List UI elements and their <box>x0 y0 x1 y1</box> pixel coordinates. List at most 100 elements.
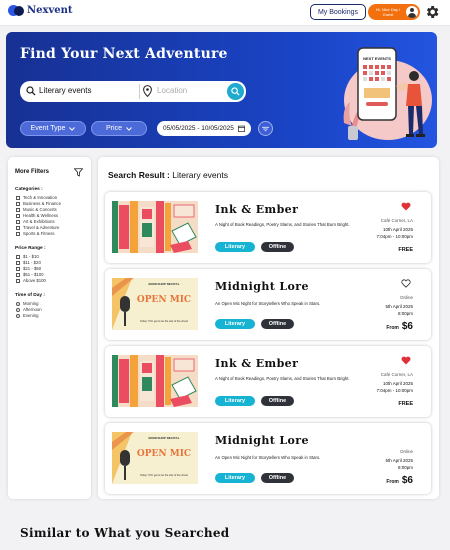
category-checkbox[interactable]: Tech & Innovation <box>16 195 57 200</box>
search-divider <box>139 84 140 99</box>
event-image <box>112 355 198 407</box>
event-card[interactable]: BOOKSHOP RECITAL OPEN MIC Today YOU get … <box>105 269 431 340</box>
checkbox[interactable] <box>16 195 20 200</box>
gear-icon[interactable] <box>424 4 440 20</box>
radio[interactable] <box>16 313 20 318</box>
search-icon <box>26 86 36 96</box>
category-checkbox[interactable]: Sports & Fitness <box>16 231 55 236</box>
event-price: From $6 <box>386 321 413 332</box>
price-checkbox[interactable]: $1 - $10 <box>16 254 39 259</box>
brand-logo[interactable]: Nexvent <box>8 4 73 16</box>
price-range-heading: Price Range : <box>15 246 46 251</box>
event-price: From $6 <box>386 475 413 486</box>
event-card[interactable]: BOOKSHOP RECITAL OPEN MIC Today YOU get … <box>105 423 431 494</box>
checkbox[interactable] <box>16 231 20 236</box>
checkbox[interactable] <box>16 272 20 277</box>
category-checkbox[interactable]: Music & Concerts <box>16 207 57 212</box>
category-checkbox[interactable]: Travel & Adventure <box>16 225 59 230</box>
checkbox[interactable] <box>16 207 20 212</box>
time-radio[interactable]: Morning <box>16 301 39 306</box>
time-radio[interactable]: Afternoon <box>16 307 42 312</box>
date-range-picker[interactable]: 05/05/2025 - 10/05/2025 <box>157 121 251 136</box>
poster-caption: Today YOU get to be the star of the show… <box>140 319 188 323</box>
price-checkbox[interactable]: Above $100 <box>16 278 46 283</box>
checkbox[interactable] <box>16 225 20 230</box>
event-time: 7:04pm - 10:00pm <box>376 388 413 393</box>
mode-tag: Offline <box>261 319 294 329</box>
top-navbar: Nexvent My Bookings Hi, Nice Day ! Guest <box>0 0 450 26</box>
event-time: 7:04pm - 10:00pm <box>376 234 413 239</box>
results-heading: Search Result : Literary events <box>108 170 228 180</box>
category-checkbox[interactable]: Art & Exhibitions <box>16 219 55 224</box>
hero-banner: Find Your Next Adventure Literary events… <box>6 32 437 148</box>
user-greeting: Hi, Nice Day ! Guest <box>375 7 401 17</box>
poster-title: OPEN MIC <box>137 295 191 305</box>
price-label: Price <box>106 125 122 132</box>
chevron-down-icon <box>126 126 132 131</box>
checkbox[interactable] <box>16 201 20 206</box>
mode-tag: Offline <box>261 473 294 483</box>
mode-tag: Offline <box>261 242 294 252</box>
event-price: FREE <box>398 401 413 407</box>
heart-icon[interactable] <box>401 279 411 288</box>
event-title[interactable]: Midnight Lore <box>215 434 309 447</box>
event-title[interactable]: Ink & Ember <box>215 357 298 370</box>
checkbox[interactable] <box>16 213 20 218</box>
heart-icon[interactable] <box>401 356 411 365</box>
illustration-sign: NEXT EVENTS <box>363 56 391 61</box>
category-tag: Literary <box>215 319 255 329</box>
category-tag: Literary <box>215 242 255 252</box>
filter-icon <box>262 126 269 131</box>
event-image: BOOKSHOP RECITAL OPEN MIC Today YOU get … <box>112 432 198 484</box>
price-checkbox[interactable]: $11 - $20 <box>16 260 41 265</box>
event-time: 8:00pm <box>397 465 413 470</box>
checkbox[interactable] <box>16 278 20 283</box>
price-checkbox[interactable]: $51 - $100 <box>16 272 44 277</box>
user-menu-button[interactable]: Hi, Nice Day ! Guest <box>368 4 420 20</box>
category-tag: Literary <box>215 473 255 483</box>
event-description: A Night of Book Readings, Poetry Slams, … <box>215 222 350 227</box>
category-checkbox[interactable]: Health & Wellness <box>16 213 58 218</box>
categories-heading: Categories : <box>15 187 43 192</box>
radio[interactable] <box>16 301 20 306</box>
event-date: 5th April 2025 <box>385 304 413 309</box>
mode-tag: Offline <box>261 396 294 406</box>
event-card[interactable]: Ink & Ember A Night of Book Readings, Po… <box>105 346 431 417</box>
event-type-dropdown[interactable]: Event Type <box>20 121 86 136</box>
event-description: A Night of Book Readings, Poetry Slams, … <box>215 376 350 381</box>
checkbox[interactable] <box>16 266 20 271</box>
location-input[interactable]: Location <box>157 86 187 95</box>
brand-name: Nexvent <box>27 4 73 16</box>
search-bar: Literary events Location <box>20 81 246 102</box>
checkbox[interactable] <box>16 254 20 259</box>
radio[interactable] <box>16 307 20 312</box>
logo-mark-icon <box>8 4 24 16</box>
event-image: BOOKSHOP RECITAL OPEN MIC Today YOU get … <box>112 278 198 330</box>
checkbox[interactable] <box>16 260 20 265</box>
event-image <box>112 201 198 253</box>
event-title[interactable]: Midnight Lore <box>215 280 309 293</box>
calendar-icon <box>237 125 245 132</box>
heart-icon[interactable] <box>401 202 411 211</box>
event-date: 10th April 2025 <box>382 227 413 232</box>
event-description: An Open Mic Night for Storytellers Who S… <box>215 455 321 460</box>
time-radio[interactable]: Evening <box>16 313 39 318</box>
filter-icon[interactable] <box>74 168 83 177</box>
location-pin-icon <box>143 85 152 97</box>
price-checkbox[interactable]: $21 - $50 <box>16 266 41 271</box>
event-title[interactable]: Ink & Ember <box>215 203 298 216</box>
event-card[interactable]: Ink & Ember A Night of Book Readings, Po… <box>105 192 431 263</box>
event-type-label: Event Type <box>30 125 66 132</box>
price-dropdown[interactable]: Price <box>91 121 147 136</box>
search-button[interactable] <box>227 83 244 100</box>
hero-title: Find Your Next Adventure <box>20 46 228 62</box>
date-range-value: 05/05/2025 - 10/05/2025 <box>163 125 234 132</box>
results-panel: Search Result : Literary events Ink & Em… <box>98 157 439 499</box>
my-bookings-button[interactable]: My Bookings <box>310 4 366 20</box>
poster-caption: Today YOU get to be the star of the show… <box>140 473 188 477</box>
checkbox[interactable] <box>16 219 20 224</box>
time-of-day-heading: Time of Day : <box>15 293 46 298</box>
search-input[interactable]: Literary events <box>39 86 91 95</box>
category-checkbox[interactable]: Business & Finance <box>16 201 61 206</box>
filter-button[interactable] <box>258 121 273 136</box>
